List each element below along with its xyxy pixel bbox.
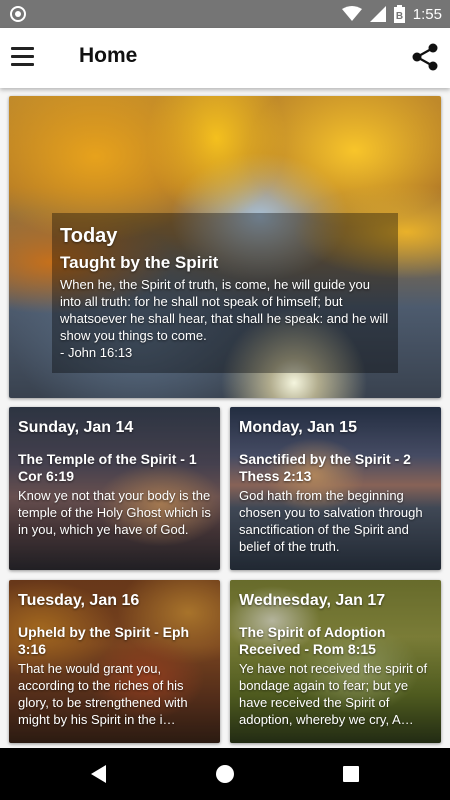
circle-icon: [10, 6, 26, 22]
devotion-card[interactable]: Sunday, Jan 14 The Temple of the Spirit …: [9, 407, 220, 570]
home-icon[interactable]: [213, 762, 237, 786]
navigation-bar: [0, 748, 450, 800]
devotion-card[interactable]: Tuesday, Jan 16 Upheld by the Spirit - E…: [9, 580, 220, 743]
featured-title: Taught by the Spirit: [60, 253, 219, 272]
battery-label: B: [396, 11, 403, 22]
page-title: Home: [79, 44, 138, 67]
card-date: Tuesday, Jan 16: [18, 592, 140, 609]
devotion-card[interactable]: Monday, Jan 15 Sanctified by the Spirit …: [230, 407, 441, 570]
card-text: Ye have not received the spirit of bonda…: [239, 661, 428, 727]
featured-verse: When he, the Spirit of truth, is come, h…: [60, 276, 390, 361]
menu-icon[interactable]: [8, 40, 40, 76]
recents-icon[interactable]: [339, 762, 363, 786]
card-title: Upheld by the Spirit - Eph 3:16: [18, 624, 190, 657]
status-bar: B 1:55: [0, 0, 450, 28]
signal-icon: [369, 6, 386, 22]
back-icon[interactable]: [87, 762, 111, 786]
status-time: 1:55: [412, 5, 442, 23]
status-icons: B 1:55: [341, 4, 442, 24]
featured-heading: Today: [60, 225, 118, 247]
card-text: Know ye not that your body is the temple…: [18, 488, 211, 537]
battery-icon: B: [393, 5, 405, 23]
devotion-card[interactable]: Wednesday, Jan 17 The Spirit of Adoption…: [230, 580, 441, 743]
featured-card[interactable]: Today Taught by the Spirit When he, the …: [9, 96, 441, 398]
card-text: God hath from the beginning chosen you t…: [239, 488, 423, 554]
featured-panel: Today Taught by the Spirit When he, the …: [52, 213, 398, 373]
featured-text: When he, the Spirit of truth, is come, h…: [60, 277, 389, 343]
app-bar: Home: [0, 28, 450, 88]
card-title: The Spirit of Adoption Received - Rom 8:…: [239, 624, 386, 657]
share-icon[interactable]: [410, 42, 440, 72]
card-title: The Temple of the Spirit - 1 Cor 6:19: [18, 451, 197, 484]
wifi-icon: [341, 6, 362, 21]
content-area: Today Taught by the Spirit When he, the …: [0, 88, 450, 748]
featured-reference: - John 16:13: [60, 345, 133, 360]
card-date: Monday, Jan 15: [239, 419, 357, 436]
card-title: Sanctified by the Spirit - 2 Thess 2:13: [239, 451, 411, 484]
card-date: Wednesday, Jan 17: [239, 592, 386, 609]
card-date: Sunday, Jan 14: [18, 419, 134, 436]
card-text: That he would grant you, according to th…: [18, 661, 188, 727]
